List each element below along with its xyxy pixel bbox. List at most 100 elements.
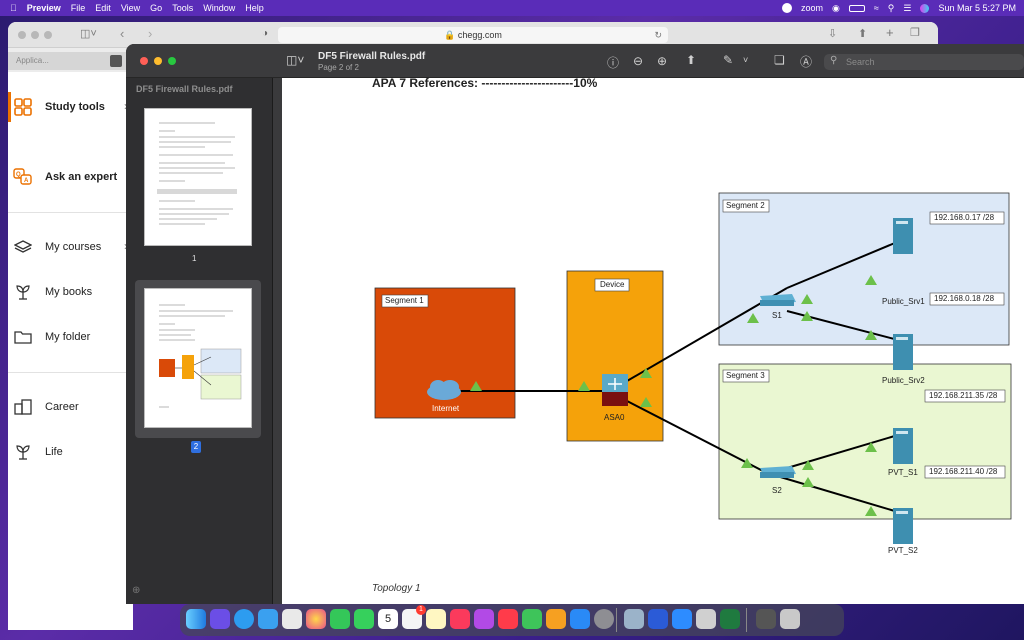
server-name: PVT_S2 — [888, 546, 918, 555]
excel-icon[interactable] — [720, 609, 740, 629]
siri-icon[interactable] — [920, 3, 930, 13]
sidebar-item-study-tools[interactable]: Study tools — [13, 96, 105, 118]
internet-cloud-icon — [427, 380, 461, 400]
zoom-out-icon[interactable]: ⊖ — [633, 54, 643, 68]
minimize-button[interactable] — [31, 31, 39, 39]
document-title[interactable]: DF5 Firewall Rules.pdf — [318, 51, 425, 62]
news-icon[interactable] — [498, 609, 518, 629]
segment3-box — [718, 363, 1012, 520]
back-icon[interactable]: ‹ — [120, 26, 124, 41]
apple-icon[interactable]:  — [10, 3, 17, 13]
wifi-icon[interactable]: ≈ — [874, 3, 879, 13]
notes-icon[interactable] — [426, 609, 446, 629]
calendar-icon[interactable]: 5 — [378, 609, 398, 629]
close-button[interactable] — [140, 57, 148, 65]
divider — [8, 212, 133, 213]
device-label: Device — [600, 280, 625, 289]
record-icon[interactable]: ◉ — [832, 3, 840, 14]
sidebar-item-ask-expert[interactable]: QA Ask an expert — [13, 166, 117, 188]
spotlight-icon[interactable]: ⚲ — [888, 3, 895, 14]
dock-divider — [746, 608, 747, 632]
menu-app-name[interactable]: Preview — [27, 3, 61, 13]
segment2-label: Segment 2 — [726, 201, 765, 210]
menu-tools[interactable]: Tools — [172, 3, 193, 13]
sidebar-item-life[interactable]: Life — [13, 441, 63, 463]
info-icon[interactable]: ⓘ — [607, 54, 619, 71]
address-bar[interactable]: 🔒 chegg.com ↻ — [278, 27, 668, 43]
control-center-icon[interactable]: ☰ — [903, 3, 911, 14]
close-button[interactable] — [18, 31, 26, 39]
menu-bar:  Preview File Edit View Go Tools Window… — [0, 0, 1024, 16]
word-icon[interactable] — [648, 609, 668, 629]
page-number-label-selected: 2 — [191, 441, 201, 453]
maps-icon[interactable] — [282, 609, 302, 629]
zoom-button[interactable] — [44, 31, 52, 39]
app-store-icon[interactable] — [570, 609, 590, 629]
markup-icon[interactable]: Ⓐ — [800, 53, 812, 70]
menu-view[interactable]: View — [121, 3, 140, 13]
app-icon[interactable] — [696, 609, 716, 629]
zoom-status-icon[interactable] — [781, 3, 792, 13]
trash-icon[interactable] — [780, 609, 800, 629]
zoom-in-icon[interactable]: ⊕ — [657, 54, 667, 68]
sidebar-toggle-icon[interactable]: ◫˅ — [80, 27, 97, 40]
sidebar-item-label: My courses — [45, 241, 102, 253]
server-name: PVT_S1 — [888, 468, 918, 477]
download-icon[interactable]: ⇩ — [828, 27, 837, 40]
menu-help[interactable]: Help — [245, 3, 264, 13]
menu-window[interactable]: Window — [203, 3, 235, 13]
sidebar-item-my-courses[interactable]: My courses — [13, 236, 101, 258]
browser-tab[interactable]: Applica... — [8, 52, 126, 70]
privacy-shield-icon[interactable]: ◑ — [262, 28, 268, 39]
podcasts-icon[interactable] — [474, 609, 494, 629]
menu-edit[interactable]: Edit — [95, 3, 111, 13]
search-input[interactable]: ⚲ Search — [824, 54, 1024, 70]
asa-label: ASA0 — [604, 413, 625, 422]
menu-datetime[interactable]: Sun Mar 5 5:27 PM — [938, 3, 1016, 13]
photos-icon[interactable] — [306, 609, 326, 629]
server-ip: 192.168.211.40 /28 — [929, 467, 998, 476]
page-thumbnail[interactable] — [144, 108, 252, 246]
system-settings-icon[interactable] — [594, 609, 614, 629]
downloads-stack-icon[interactable] — [756, 609, 776, 629]
preview-icon[interactable] — [624, 609, 644, 629]
document-title-area: DF5 Firewall Rules.pdf Page 2 of 2 — [318, 51, 425, 72]
pages-icon[interactable] — [546, 609, 566, 629]
search-placeholder: Search — [846, 57, 875, 67]
new-tab-icon[interactable]: + — [886, 25, 894, 40]
mail-icon[interactable] — [258, 609, 278, 629]
messages-icon[interactable] — [354, 609, 374, 629]
reload-icon[interactable]: ↻ — [654, 27, 662, 43]
safari-icon[interactable] — [234, 609, 254, 629]
dock-divider — [616, 608, 617, 632]
tab-overview-icon[interactable]: ❐ — [910, 26, 920, 39]
sidebar-toggle-icon[interactable]: ◫˅ — [286, 53, 304, 67]
numbers-icon[interactable] — [522, 609, 542, 629]
zoom-button[interactable] — [168, 57, 176, 65]
battery-icon[interactable] — [848, 4, 865, 12]
rotate-icon[interactable]: ❏ — [774, 53, 785, 67]
zoom-app-icon[interactable] — [672, 609, 692, 629]
sidebar-item-label: Life — [45, 446, 63, 458]
zoom-label[interactable]: zoom — [801, 3, 823, 13]
switch-icon — [760, 294, 796, 306]
sidebar-item-my-books[interactable]: My books — [13, 281, 92, 303]
launchpad-icon[interactable] — [210, 609, 230, 629]
preview-titlebar: ◫˅ DF5 Firewall Rules.pdf Page 2 of 2 ⓘ … — [126, 44, 1024, 78]
markup-pen-icon[interactable]: ✎ — [723, 53, 733, 67]
menu-go[interactable]: Go — [150, 3, 162, 13]
facetime-icon[interactable] — [330, 609, 350, 629]
minimize-button[interactable] — [154, 57, 162, 65]
page-thumbnail-selected[interactable] — [144, 288, 252, 428]
sidebar-item-career[interactable]: Career — [13, 396, 79, 418]
s2-label: S2 — [772, 486, 782, 495]
forward-icon[interactable]: › — [148, 26, 152, 41]
music-icon[interactable] — [450, 609, 470, 629]
menu-file[interactable]: File — [71, 3, 86, 13]
chevron-down-icon[interactable]: ˅ — [743, 55, 748, 65]
share-icon[interactable]: ⬆ — [686, 53, 696, 67]
sidebar-item-my-folder[interactable]: My folder — [13, 326, 90, 348]
finder-icon[interactable] — [186, 609, 206, 629]
share-icon[interactable]: ⬆ — [858, 27, 867, 40]
sidebar-options-icon[interactable]: ⊕ — [132, 585, 140, 596]
